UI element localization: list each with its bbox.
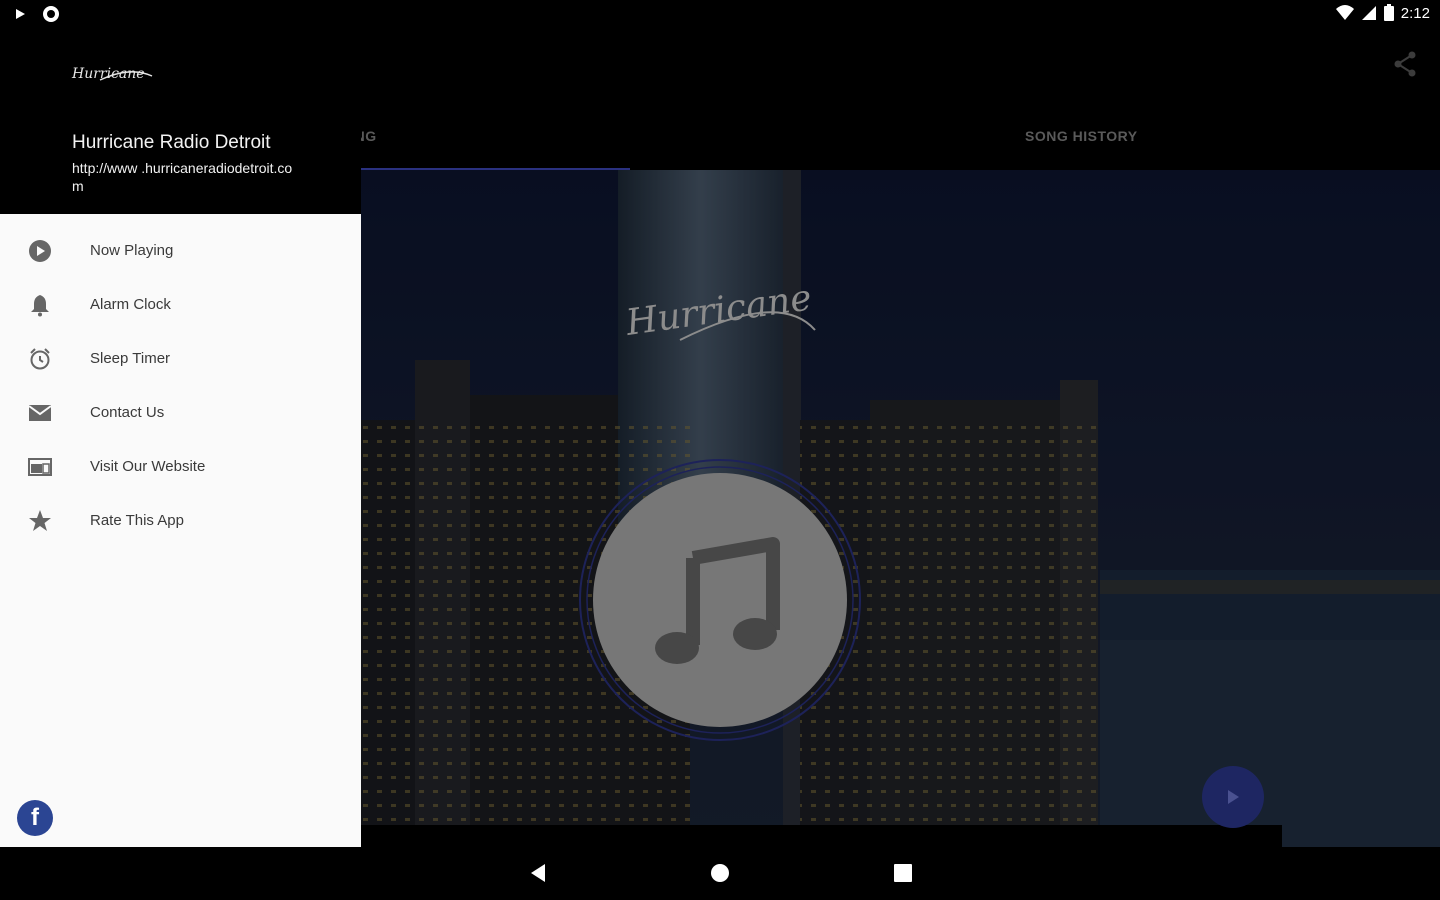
navigation-drawer: Hurricane Hurricane Radio Detroit http:/… [0, 28, 361, 847]
svg-text:Hurricane: Hurricane [71, 66, 145, 82]
navigation-bar [0, 847, 1440, 900]
play-circle-icon [28, 239, 52, 263]
bell-icon [28, 293, 52, 317]
drawer-menu: Now Playing Alarm Clock Sleep Timer Cont… [0, 224, 361, 548]
menu-label: Now Playing [90, 242, 174, 259]
play-button[interactable] [1202, 766, 1264, 828]
mail-icon [28, 401, 52, 425]
facebook-icon[interactable]: f [17, 800, 53, 836]
hero-background: Hurricane [360, 170, 1440, 847]
menu-item-sleep-timer[interactable]: Sleep Timer [0, 332, 361, 386]
tab-song-history[interactable]: SONG HISTORY [1025, 128, 1138, 144]
share-icon[interactable] [1392, 50, 1418, 78]
play-icon [16, 9, 25, 19]
web-icon [28, 455, 52, 479]
menu-item-contact-us[interactable]: Contact Us [0, 386, 361, 440]
menu-label: Rate This App [90, 512, 184, 529]
menu-item-alarm-clock[interactable]: Alarm Clock [0, 278, 361, 332]
alarm-clock-icon [28, 347, 52, 371]
status-time: 2:12 [1400, 4, 1430, 22]
signal-icon [1361, 6, 1376, 20]
album-art [593, 473, 847, 727]
back-icon[interactable] [527, 861, 549, 885]
star-icon [28, 509, 52, 533]
recents-icon[interactable] [892, 861, 914, 885]
menu-label: Alarm Clock [90, 296, 171, 313]
station-logo: Hurricane [71, 66, 153, 82]
menu-label: Sleep Timer [90, 350, 171, 367]
drawer-header: Hurricane Hurricane Radio Detroit http:/… [0, 28, 361, 214]
menu-label: Visit Our Website [90, 458, 206, 475]
play-icon [1228, 790, 1239, 804]
menu-item-visit-website[interactable]: Visit Our Website [0, 440, 361, 494]
music-note-icon [655, 537, 780, 664]
menu-label: Contact Us [90, 404, 165, 421]
record-icon [43, 6, 59, 22]
wifi-icon [1335, 5, 1354, 20]
menu-item-rate-app[interactable]: Rate This App [0, 494, 361, 548]
battery-icon [1383, 4, 1394, 21]
status-bar: 2:12 [0, 0, 1440, 28]
menu-item-now-playing[interactable]: Now Playing [0, 224, 361, 278]
home-icon[interactable] [709, 861, 731, 885]
station-name: Hurricane Radio Detroit [72, 132, 271, 153]
station-url[interactable]: http://www .hurricaneradiodetroit.com [72, 159, 302, 195]
